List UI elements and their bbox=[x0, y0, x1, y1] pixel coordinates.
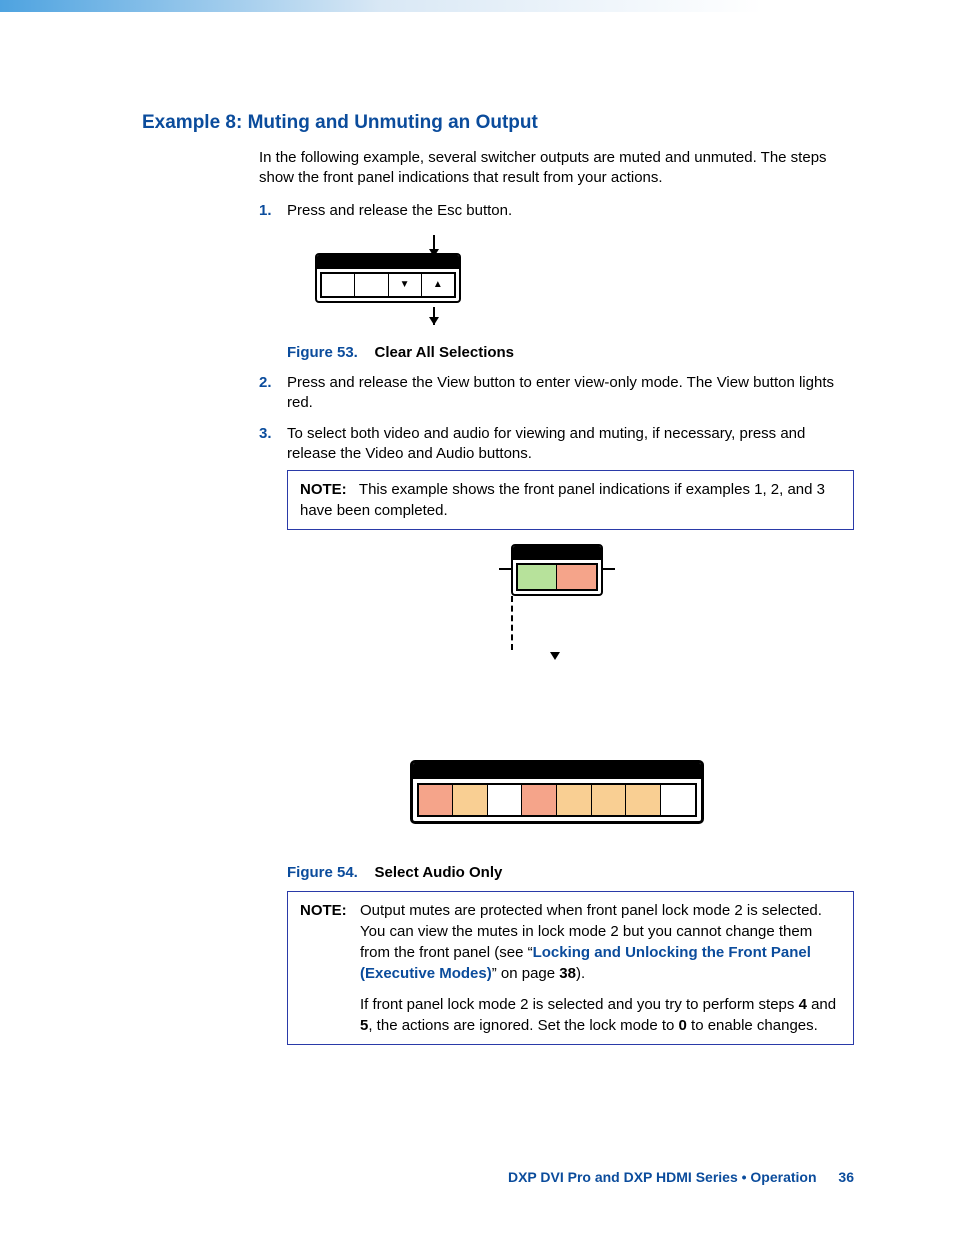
page-number: 36 bbox=[838, 1169, 854, 1185]
step-number: 2. bbox=[259, 373, 272, 393]
output-indicator bbox=[488, 785, 523, 815]
header-accent-bar bbox=[0, 0, 954, 12]
output-indicator bbox=[592, 785, 627, 815]
intro-paragraph: In the following example, several switch… bbox=[259, 148, 854, 189]
note2-part: If front panel lock mode 2 is selected a… bbox=[360, 996, 799, 1013]
dashed-arrow-line bbox=[511, 596, 513, 650]
note2-part: ). bbox=[576, 965, 585, 982]
step-2: 2. Press and release the View button to … bbox=[259, 373, 854, 414]
output-indicator bbox=[522, 785, 557, 815]
document-body: Example 8: Muting and Unmuting an Output… bbox=[0, 12, 954, 1045]
page-footer: DXP DVI Pro and DXP HDMI Series • Operat… bbox=[508, 1169, 854, 1185]
page-reference: 38 bbox=[559, 965, 576, 982]
up-triangle-icon: ▲ bbox=[422, 274, 454, 296]
audio-button-indicator bbox=[557, 565, 596, 589]
figure-label: Figure 53. bbox=[287, 344, 358, 361]
step-text: Press and release the View button to ent… bbox=[287, 374, 834, 411]
arrow-down-icon bbox=[550, 652, 560, 660]
note-box-2: NOTE: Output mutes are protected when fr… bbox=[287, 891, 854, 1045]
output-indicator bbox=[557, 785, 592, 815]
front-panel-esc: ▼ ▲ bbox=[315, 253, 461, 303]
figure-53-caption: Figure 53. Clear All Selections bbox=[287, 343, 854, 363]
down-triangle-icon: ▼ bbox=[389, 274, 422, 296]
step-1: 1. Press and release the Esc button. ▼ ▲ bbox=[259, 201, 854, 364]
step-3: 3. To select both video and audio for vi… bbox=[259, 424, 854, 531]
note-text: This example shows the front panel indic… bbox=[300, 481, 825, 519]
note-label: NOTE: bbox=[300, 900, 347, 921]
figure-54-wide-panel bbox=[410, 760, 704, 824]
figure-54-small-panel bbox=[511, 540, 603, 650]
section-heading: Example 8: Muting and Unmuting an Output bbox=[142, 112, 854, 134]
figure-title: Select Audio Only bbox=[375, 864, 503, 881]
note-label: NOTE: bbox=[300, 481, 347, 498]
figure-54-caption: Figure 54. Select Audio Only bbox=[287, 864, 854, 881]
step-number: 3. bbox=[259, 424, 272, 444]
step-text: To select both video and audio for viewi… bbox=[287, 425, 805, 462]
step-text: Press and release the Esc button. bbox=[287, 202, 512, 219]
note2-part: ” on page bbox=[492, 965, 560, 982]
output-indicator bbox=[626, 785, 661, 815]
figure-title: Clear All Selections bbox=[375, 344, 515, 361]
output-indicator bbox=[453, 785, 488, 815]
figure-53-diagram: ▼ ▲ bbox=[315, 235, 461, 325]
output-indicator bbox=[661, 785, 695, 815]
output-indicator bbox=[419, 785, 454, 815]
footer-text: DXP DVI Pro and DXP HDMI Series • Operat… bbox=[508, 1169, 817, 1185]
step-number: 1. bbox=[259, 201, 272, 221]
note-box-1: NOTE: This example shows the front panel… bbox=[287, 470, 854, 530]
arrow-down-icon bbox=[429, 317, 439, 325]
figure-label: Figure 54. bbox=[287, 864, 358, 881]
video-button-indicator bbox=[518, 565, 558, 589]
